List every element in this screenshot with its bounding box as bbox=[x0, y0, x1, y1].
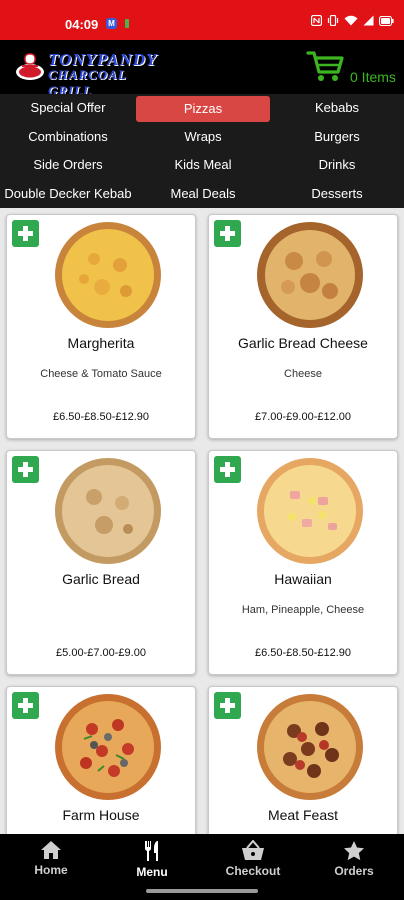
product-card[interactable]: Garlic Bread £5.00-£7.00-£9.00 bbox=[6, 450, 196, 675]
vibrate-icon bbox=[327, 15, 339, 26]
pizza-image bbox=[55, 694, 161, 800]
status-time: 04:09 bbox=[65, 17, 99, 32]
category-kids-meal[interactable]: Kids Meal bbox=[136, 151, 270, 179]
pizza-image bbox=[55, 458, 161, 564]
product-description: Cheese & Tomato Sauce bbox=[40, 368, 162, 380]
product-card[interactable]: Hawaiian Ham, Pineapple, Cheese £6.50-£8… bbox=[208, 450, 398, 675]
home-icon bbox=[41, 841, 61, 859]
product-price: £7.00-£9.00-£12.00 bbox=[254, 411, 352, 423]
category-wraps[interactable]: Wraps bbox=[136, 123, 270, 151]
battery-icon bbox=[379, 15, 394, 26]
status-bar: 04:09 M bbox=[0, 0, 404, 40]
category-special-offer[interactable]: Special Offer bbox=[0, 94, 136, 122]
product-name: Garlic Bread bbox=[62, 571, 140, 587]
nav-menu[interactable]: Menu bbox=[112, 840, 192, 884]
category-combinations[interactable]: Combinations bbox=[0, 123, 136, 151]
add-to-cart-button[interactable] bbox=[12, 220, 39, 247]
product-name: Meat Feast bbox=[267, 807, 339, 823]
nav-home[interactable]: Home bbox=[11, 840, 91, 884]
fork-knife-icon bbox=[144, 841, 158, 861]
gesture-bar[interactable] bbox=[146, 889, 258, 893]
restaurant-logo[interactable]: TONYPANDY CHARCOAL GRILL bbox=[14, 50, 160, 98]
cart-count-label: 0 Items bbox=[350, 69, 396, 85]
app-header: TONYPANDY CHARCOAL GRILL 0 Items bbox=[0, 40, 404, 98]
category-kebabs[interactable]: Kebabs bbox=[270, 94, 404, 122]
product-card[interactable]: Farm House bbox=[6, 686, 196, 834]
signal-icon bbox=[363, 15, 374, 26]
category-drinks[interactable]: Drinks bbox=[270, 151, 404, 179]
add-to-cart-button[interactable] bbox=[214, 692, 241, 719]
category-pizzas[interactable]: Pizzas bbox=[136, 96, 270, 122]
product-price: £5.00-£7.00-£9.00 bbox=[56, 647, 146, 659]
product-card[interactable]: Meat Feast bbox=[208, 686, 398, 834]
nav-home-label: Home bbox=[34, 863, 68, 877]
product-description: Cheese bbox=[284, 368, 322, 380]
category-desserts[interactable]: Desserts bbox=[270, 180, 404, 208]
category-burgers[interactable]: Burgers bbox=[270, 123, 404, 151]
pizza-image bbox=[257, 222, 363, 328]
pizza-image bbox=[257, 458, 363, 564]
pizza-image bbox=[55, 222, 161, 328]
category-menu: Special Offer Pizzas Kebabs Combinations… bbox=[0, 94, 404, 208]
add-to-cart-button[interactable] bbox=[12, 456, 39, 483]
product-price: £6.50-£8.50-£12.90 bbox=[254, 647, 352, 659]
nav-checkout[interactable]: Checkout bbox=[213, 840, 293, 884]
shopping-cart-icon bbox=[306, 51, 344, 81]
star-icon bbox=[344, 841, 364, 861]
product-name: Garlic Bread Cheese bbox=[238, 335, 368, 351]
product-card[interactable]: Margherita Cheese & Tomato Sauce £6.50-£… bbox=[6, 214, 196, 439]
add-to-cart-button[interactable] bbox=[12, 692, 39, 719]
product-grid: Margherita Cheese & Tomato Sauce £6.50-£… bbox=[0, 208, 404, 834]
category-side-orders[interactable]: Side Orders bbox=[0, 151, 136, 179]
nav-orders-label: Orders bbox=[334, 864, 374, 878]
add-to-cart-button[interactable] bbox=[214, 220, 241, 247]
product-name: Margherita bbox=[67, 335, 135, 351]
wifi-icon bbox=[344, 15, 358, 26]
cart-button[interactable]: 0 Items bbox=[306, 48, 398, 88]
nav-menu-label: Menu bbox=[136, 865, 168, 879]
nfc-icon bbox=[311, 15, 322, 26]
nav-orders[interactable]: Orders bbox=[314, 840, 394, 884]
category-double-decker-kebab[interactable]: Double Decker Kebab bbox=[0, 180, 136, 208]
battery-saver-icon bbox=[125, 19, 129, 28]
product-name: Farm House bbox=[62, 807, 140, 823]
notification-badge: M bbox=[106, 18, 117, 29]
product-card[interactable]: Garlic Bread Cheese Cheese £7.00-£9.00-£… bbox=[208, 214, 398, 439]
product-name: Hawaiian bbox=[274, 571, 332, 587]
add-to-cart-button[interactable] bbox=[214, 456, 241, 483]
nav-checkout-label: Checkout bbox=[225, 864, 281, 878]
category-meal-deals[interactable]: Meal Deals bbox=[136, 180, 270, 208]
pizza-image bbox=[257, 694, 363, 800]
status-icons bbox=[311, 15, 394, 26]
chef-icon bbox=[16, 53, 44, 80]
basket-icon bbox=[242, 840, 264, 860]
product-description: Ham, Pineapple, Cheese bbox=[241, 604, 365, 616]
product-price: £6.50-£8.50-£12.90 bbox=[52, 411, 150, 423]
